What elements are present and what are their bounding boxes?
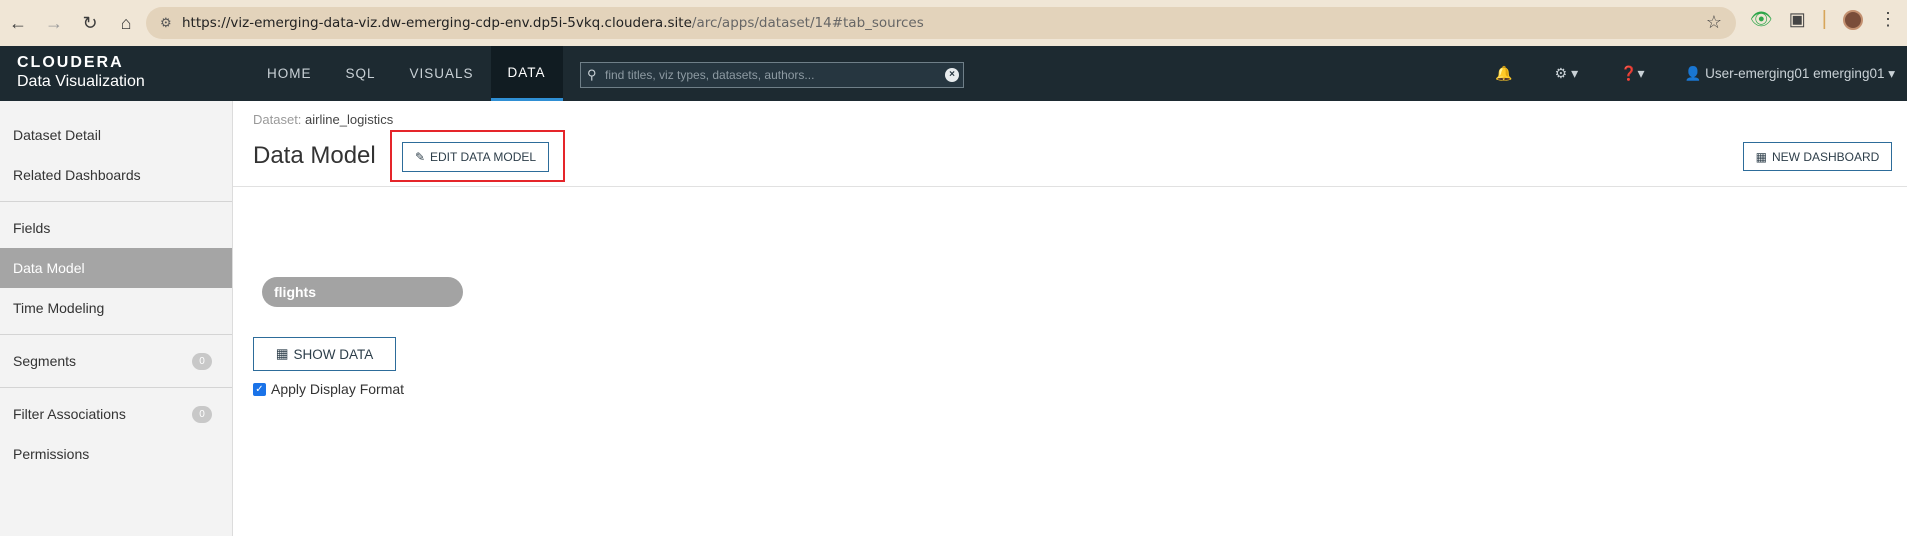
tab-data[interactable]: DATA (490, 46, 563, 101)
brand-name: CLOUDERA (17, 54, 124, 71)
browser-toolbar: ← → ↻ ⌂ ⚙ https://viz-emerging-data-viz.… (0, 0, 1907, 46)
sidebar-item-related-dashboards[interactable]: Related Dashboards (0, 155, 232, 195)
settings-gear-icon[interactable]: ⚙ ▾ (1555, 65, 1578, 82)
search-box: ⚲ × (580, 62, 964, 88)
new-dashboard-label: NEW DASHBOARD (1772, 149, 1880, 164)
brand-product: Data Visualization (17, 73, 145, 90)
browser-menu-icon[interactable]: ⋮ (1879, 9, 1897, 30)
breadcrumb-label: Dataset: (253, 112, 302, 127)
search-icon: ⚲ (587, 67, 597, 82)
toolbar-divider: | (1821, 8, 1827, 30)
show-data-label: SHOW DATA (293, 346, 374, 362)
apply-display-format-checkbox[interactable]: ✓ (253, 382, 266, 396)
sidebar-item-label: Filter Associations (13, 406, 126, 422)
sidebar-divider (0, 334, 232, 335)
sidebar-item-segments[interactable]: Segments 0 (0, 341, 232, 381)
count-badge: 0 (192, 353, 212, 370)
tab-visuals[interactable]: VISUALS (393, 46, 491, 101)
notifications-bell-icon[interactable]: 🔔 (1495, 65, 1512, 82)
sidebar-item-label: Segments (13, 353, 77, 369)
site-info-icon[interactable]: ⚙ (160, 15, 182, 31)
help-icon[interactable]: ❓▾ (1620, 65, 1644, 82)
clear-search-icon[interactable]: × (945, 68, 959, 82)
page-title: Data Model (253, 142, 376, 169)
sidebar-item-permissions[interactable]: Permissions (0, 434, 232, 474)
table-node-flights[interactable]: flights (262, 277, 463, 307)
search-input[interactable] (605, 68, 935, 82)
sidebar-divider (0, 201, 232, 202)
brand-logo[interactable]: CLOUDERA Data Visualization (17, 55, 145, 90)
show-data-button[interactable]: ▦ SHOW DATA (253, 337, 396, 371)
user-menu[interactable]: 👤 User-emerging01 emerging01 ▾ (1685, 66, 1895, 82)
sidebar-item-time-modeling[interactable]: Time Modeling (0, 288, 232, 328)
top-nav: HOME SQL VISUALS DATA (250, 46, 563, 101)
apply-display-format: ✓ Apply Display Format (253, 381, 404, 397)
table-icon: ▦ (275, 346, 289, 361)
apply-display-format-label: Apply Display Format (271, 381, 405, 397)
tab-sql[interactable]: SQL (329, 46, 393, 101)
sidebar-divider (0, 387, 232, 388)
header-divider (233, 186, 1907, 187)
sidebar-item-data-model[interactable]: Data Model (0, 248, 232, 288)
sidebar-item-dataset-detail[interactable]: Dataset Detail (0, 115, 232, 155)
app-header: CLOUDERA Data Visualization HOME SQL VIS… (0, 46, 1907, 101)
home-icon[interactable]: ⌂ (108, 5, 144, 41)
dashboard-grid-icon: ▦ (1755, 149, 1767, 164)
forward-icon[interactable]: → (36, 5, 72, 41)
sidebar: Dataset Detail Related Dashboards Fields… (0, 101, 233, 536)
count-badge: 0 (192, 406, 212, 423)
edit-data-model-button[interactable]: ✎ EDIT DATA MODEL (402, 142, 549, 172)
tab-home[interactable]: HOME (250, 46, 329, 101)
extension-eye-icon[interactable]: 👁 (1750, 9, 1773, 30)
pencil-icon: ✎ (414, 150, 426, 164)
url-text: https://viz-emerging-data-viz.dw-emergin… (182, 15, 924, 31)
user-label: User-emerging01 emerging01 (1705, 65, 1885, 81)
sidebar-item-filter-associations[interactable]: Filter Associations 0 (0, 394, 232, 434)
bookmark-star-icon[interactable]: ☆ (1706, 12, 1722, 33)
extensions-icon[interactable]: ▣ (1789, 9, 1806, 30)
reload-icon[interactable]: ↻ (72, 5, 108, 41)
back-icon[interactable]: ← (0, 5, 36, 41)
dataset-name: airline_logistics (305, 112, 394, 127)
sidebar-item-fields[interactable]: Fields (0, 208, 232, 248)
edit-data-model-label: EDIT DATA MODEL (430, 150, 537, 164)
address-bar[interactable]: ⚙ https://viz-emerging-data-viz.dw-emerg… (146, 7, 1736, 39)
profile-avatar[interactable] (1843, 9, 1863, 30)
new-dashboard-button[interactable]: ▦ NEW DASHBOARD (1743, 142, 1892, 171)
breadcrumb: Dataset: airline_logistics (253, 112, 393, 127)
